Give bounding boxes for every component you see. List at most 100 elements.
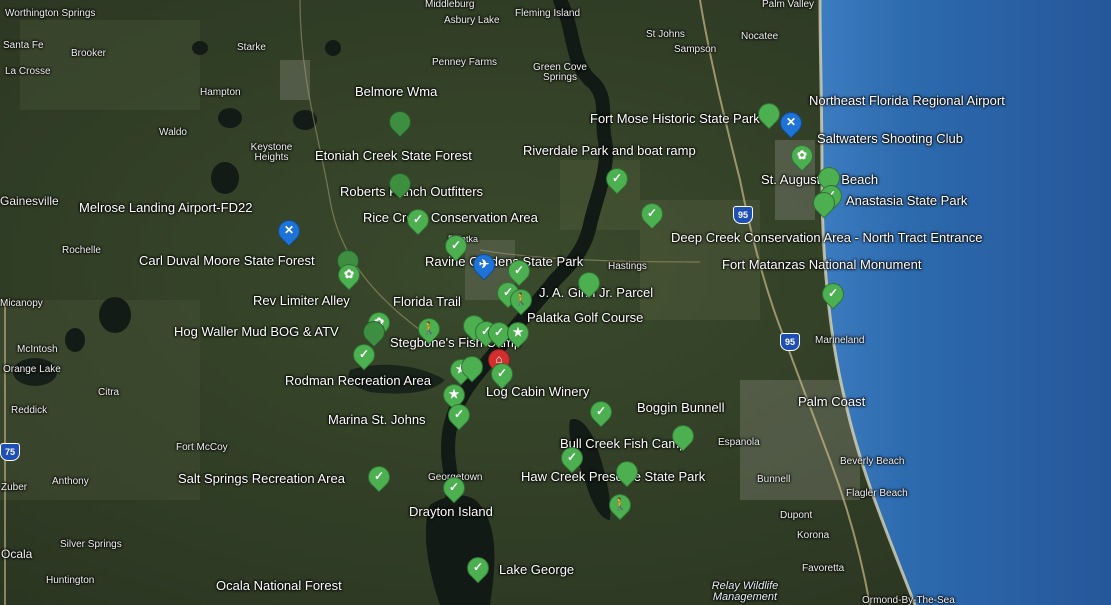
town-label: Reddick xyxy=(11,405,48,416)
town-label: Beverly Beach xyxy=(840,456,905,467)
satellite-map[interactable]: 95 95 75 Belmore Wma Etoniah Creek State… xyxy=(0,0,1111,605)
check-pin-icon[interactable]: ✓ xyxy=(585,396,617,428)
town-label: Espanola xyxy=(718,437,760,448)
town-label: Asbury Lake xyxy=(444,15,500,26)
interstate-95-shield: 95 xyxy=(733,206,753,224)
town-label: Green Cove Springs xyxy=(533,62,587,83)
town-label: Palm Valley xyxy=(762,0,815,10)
town-label: Waldo xyxy=(159,127,187,138)
interstate-75-shield: 75 xyxy=(0,443,20,461)
town-label: Hampton xyxy=(200,87,241,98)
map-pin[interactable] xyxy=(456,351,488,383)
town-label: Nocatee xyxy=(741,31,779,42)
map-pin[interactable] xyxy=(808,187,840,219)
town-label: Zuber xyxy=(1,482,28,493)
place-label[interactable]: Carl Duval Moore State Forest xyxy=(139,254,315,267)
check-pin-icon[interactable]: ✓ xyxy=(462,552,494,584)
check-pin-icon[interactable]: ✓ xyxy=(443,399,475,431)
town-label: St Johns xyxy=(646,29,685,40)
airport-pin-icon[interactable]: ✕ xyxy=(273,215,305,247)
check-pin-icon[interactable]: ✓ xyxy=(440,230,472,262)
town-label: Fleming Island xyxy=(515,8,581,19)
place-label[interactable]: Palm Coast xyxy=(798,395,865,408)
town-label: Citra xyxy=(98,387,120,398)
place-label[interactable]: Palatka Golf Course xyxy=(527,311,643,324)
place-label[interactable]: Boggin Bunnell xyxy=(637,401,724,414)
park-label: Relay Wildlife Management xyxy=(711,580,779,603)
place-label[interactable]: Salt Springs Recreation Area xyxy=(178,472,345,485)
map-pin[interactable] xyxy=(611,456,643,488)
place-label[interactable]: Rev Limiter Alley xyxy=(253,294,350,307)
interstate-95-shield: 95 xyxy=(780,333,800,351)
check-pin-icon[interactable]: ✓ xyxy=(438,472,470,504)
town-label: Gainesville xyxy=(0,194,59,208)
place-label[interactable]: Rice Creek Conservation Area xyxy=(363,211,538,224)
place-label[interactable]: Saltwaters Shooting Club xyxy=(817,132,963,145)
map-background xyxy=(0,0,1111,605)
town-label: Micanopy xyxy=(0,298,43,309)
town-label: Silver Springs xyxy=(60,539,122,550)
hiking-pin-icon[interactable]: 🚶 xyxy=(604,489,636,521)
town-label: Starke xyxy=(237,42,266,53)
place-label[interactable]: Lake George xyxy=(499,563,574,576)
place-label[interactable]: Roberts Ranch Outfitters xyxy=(340,185,483,198)
town-label: Korona xyxy=(797,530,830,541)
place-label[interactable]: Florida Trail xyxy=(393,295,461,308)
airport-pin-icon[interactable]: ✕ xyxy=(775,107,807,139)
town-label: Rochelle xyxy=(62,245,101,256)
hiking-pin-icon[interactable]: 🚶 xyxy=(413,313,445,345)
check-pin-icon[interactable]: ✓ xyxy=(601,163,633,195)
check-pin-icon[interactable]: ✓ xyxy=(486,358,518,390)
flower-pin-icon[interactable]: ✿ xyxy=(786,140,818,172)
map-pin[interactable] xyxy=(384,106,416,138)
town-label: Ormond-By-The-Sea xyxy=(862,595,955,605)
town-label: Ocala xyxy=(1,547,33,561)
star-pin-icon[interactable]: ★ xyxy=(502,317,534,349)
check-pin-icon[interactable]: ✓ xyxy=(363,461,395,493)
airport-pin-icon[interactable]: ✈ xyxy=(468,249,500,281)
map-pin[interactable] xyxy=(753,98,785,130)
place-label[interactable]: Riverdale Park and boat ramp xyxy=(523,144,696,157)
town-label: Dupont xyxy=(780,510,813,521)
town-label: Brooker xyxy=(71,48,107,59)
town-label: Bunnell xyxy=(757,474,791,485)
place-label[interactable]: Hog Waller Mud BOG & ATV xyxy=(174,325,339,338)
place-label[interactable]: Anastasia State Park xyxy=(846,194,967,207)
check-pin-icon[interactable]: ✓ xyxy=(402,204,434,236)
place-label[interactable]: Fort Mose Historic State Park xyxy=(590,112,760,125)
town-label: Huntington xyxy=(46,575,95,586)
town-label: McIntosh xyxy=(17,344,58,355)
place-label[interactable]: Northeast Florida Regional Airport xyxy=(809,94,1005,107)
town-label: La Crosse xyxy=(5,66,51,77)
place-label[interactable]: Fort Matanzas National Monument xyxy=(722,258,921,271)
town-label: Orange Lake xyxy=(3,364,61,375)
map-pin[interactable] xyxy=(573,267,605,299)
town-label: Fort McCoy xyxy=(176,442,228,453)
place-label[interactable]: Drayton Island xyxy=(409,505,493,518)
town-label: Sampson xyxy=(674,44,717,55)
place-label[interactable]: Belmore Wma xyxy=(355,85,437,98)
check-pin-icon[interactable]: ✓ xyxy=(636,198,668,230)
town-label: Hastings xyxy=(608,261,647,272)
check-pin-icon[interactable]: ✓ xyxy=(817,278,849,310)
town-label: Anthony xyxy=(52,476,89,487)
place-label[interactable]: Melrose Landing Airport-FD22 xyxy=(79,201,252,214)
town-label: Flagler Beach xyxy=(846,488,908,499)
town-label: Keystone Heights xyxy=(250,142,293,163)
place-label[interactable]: Rodman Recreation Area xyxy=(285,374,431,387)
hiking-pin-icon[interactable]: 🚶 xyxy=(505,284,537,316)
place-label[interactable]: Ocala National Forest xyxy=(216,579,342,592)
check-pin-icon[interactable]: ✓ xyxy=(556,442,588,474)
place-label[interactable]: Etoniah Creek State Forest xyxy=(315,149,472,162)
map-pin[interactable] xyxy=(667,420,699,452)
place-label[interactable]: Haw Creek Preserve State Park xyxy=(521,470,705,483)
flower-pin-icon[interactable]: ✿ xyxy=(333,259,365,291)
town-label: Middleburg xyxy=(425,0,475,10)
town-label: Penney Farms xyxy=(432,57,498,68)
place-label[interactable]: Marina St. Johns xyxy=(328,413,426,426)
town-label: Favoretta xyxy=(802,563,845,574)
place-label[interactable]: Deep Creek Conservation Area - North Tra… xyxy=(671,231,982,244)
check-pin-icon[interactable]: ✓ xyxy=(348,339,380,371)
map-pin[interactable] xyxy=(384,168,416,200)
town-label: Santa Fe xyxy=(3,40,44,51)
